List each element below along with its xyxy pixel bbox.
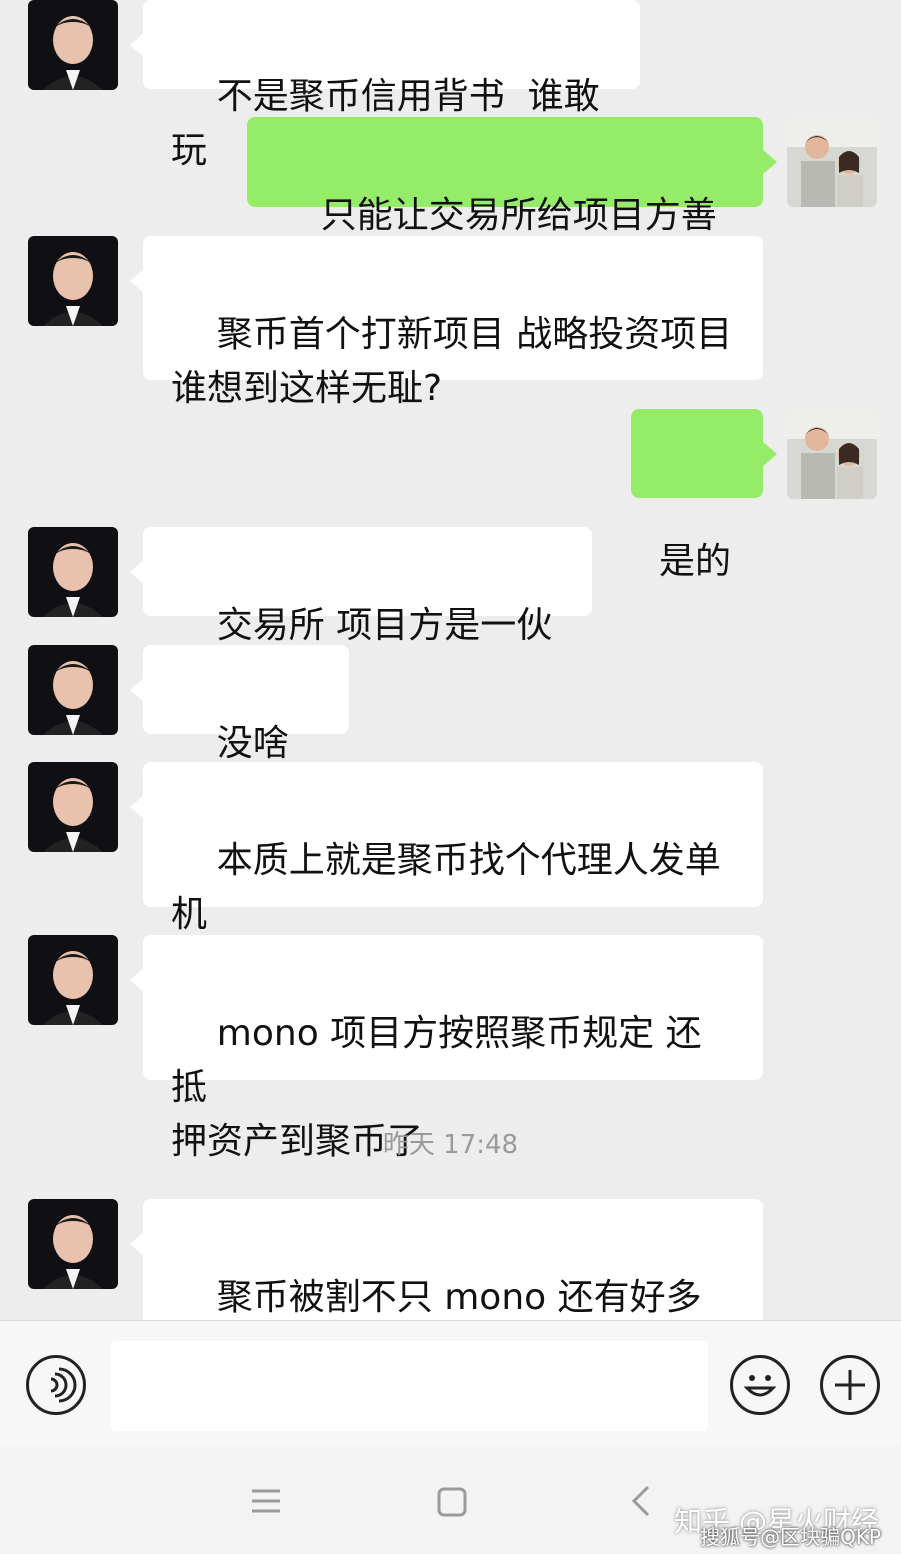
message-bubble-incoming[interactable]: 聚币被割不只 mono 还有好多单 机币 xyxy=(143,1199,763,1320)
message-bubble-incoming[interactable]: 聚币首个打新项目 战略投资项目 谁想到这样无耻? xyxy=(143,236,763,409)
chat-area[interactable]: 不是聚币信用背书 谁敢玩 只能让交易所给项目方善后 聚币首个打新项目 战略投资项… xyxy=(0,0,901,1320)
input-bar xyxy=(0,1320,901,1448)
voice-icon[interactable] xyxy=(26,1355,86,1415)
emoji-icon[interactable] xyxy=(730,1355,790,1415)
message-input[interactable] xyxy=(110,1341,708,1431)
home-icon[interactable] xyxy=(437,1487,467,1521)
sohu-watermark: 搜狐号@区块骗QKP xyxy=(700,1525,881,1549)
contact-avatar[interactable] xyxy=(28,527,118,617)
contact-avatar[interactable] xyxy=(28,762,118,852)
message-bubble-incoming[interactable]: 不是聚币信用背书 谁敢玩 xyxy=(143,0,640,171)
message-bubble-incoming[interactable]: mono 项目方按照聚币规定 还抵 押资产到聚币了 xyxy=(143,935,763,1162)
my-avatar[interactable] xyxy=(787,117,877,207)
contact-avatar[interactable] xyxy=(28,645,118,735)
message-text: 是的 xyxy=(659,541,732,582)
contact-avatar[interactable] xyxy=(28,0,118,90)
back-icon[interactable] xyxy=(630,1485,654,1521)
plus-icon[interactable] xyxy=(820,1355,880,1415)
contact-avatar[interactable] xyxy=(28,935,118,1025)
message-bubble-incoming[interactable]: 交易所 项目方是一伙人 xyxy=(143,527,592,700)
contact-avatar[interactable] xyxy=(28,236,118,326)
menu-icon[interactable] xyxy=(250,1487,282,1519)
message-text: 聚币首个打新项目 战略投资项目 谁想到这样无耻? xyxy=(171,314,733,409)
message-text: 聚币被割不只 mono 还有好多单 机币 xyxy=(216,1277,702,1318)
contact-avatar[interactable] xyxy=(28,1199,118,1289)
message-bubble-outgoing[interactable]: 只能让交易所给项目方善后 xyxy=(247,117,763,290)
system-nav-bar: 知乎 @星火财经 搜狐号@区块骗QKP xyxy=(0,1447,901,1554)
message-bubble-incoming[interactable]: 没啥区别 xyxy=(143,645,349,818)
message-bubble-outgoing[interactable]: 是的 xyxy=(631,409,763,582)
my-avatar[interactable] xyxy=(787,409,877,499)
message-bubble-incoming[interactable]: 本质上就是聚币找个代理人发单机 币 收割自己的老用户 xyxy=(143,762,763,989)
chat-timestamp: 昨天 17:48 xyxy=(382,1130,519,1160)
